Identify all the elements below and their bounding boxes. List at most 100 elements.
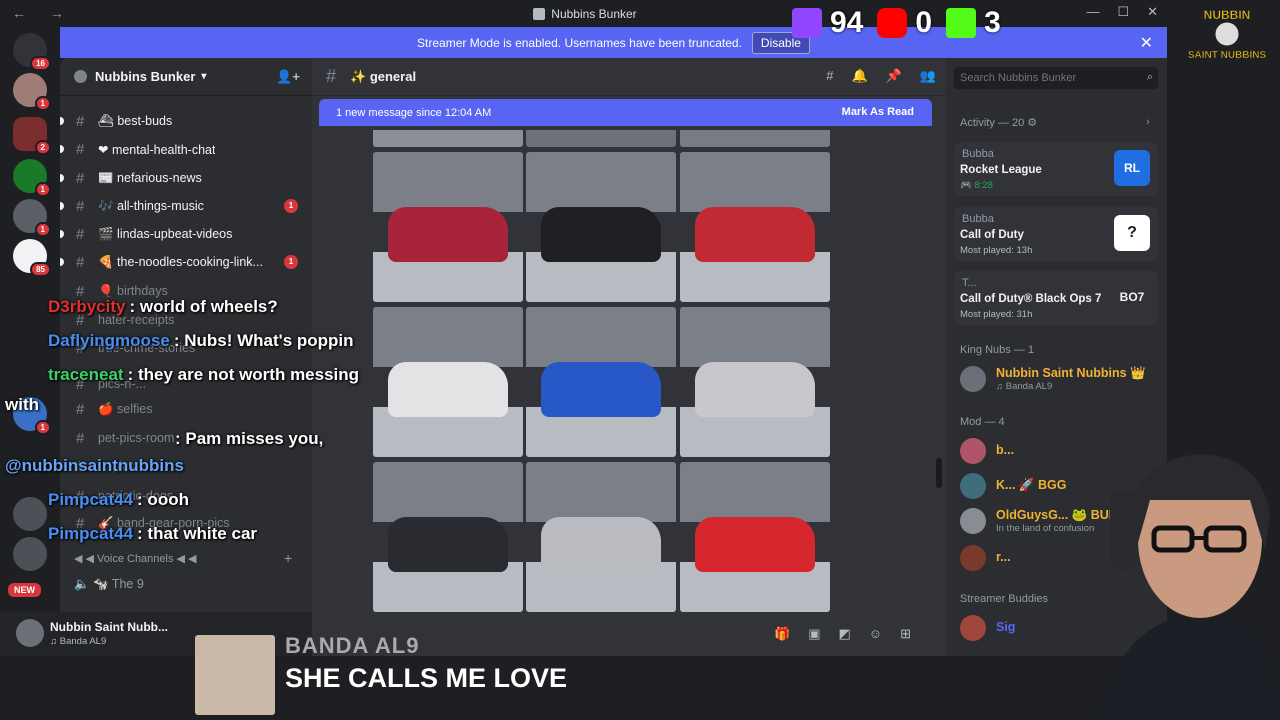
apps-icon[interactable]: ⊞ [900,626,911,642]
avatar [960,473,986,499]
server-icon[interactable] [13,497,47,531]
new-messages-bar[interactable]: 1 new message since 12:04 AM Mark As Rea… [319,99,932,126]
activity-header[interactable]: Activity — 20 ⚙ › [960,116,1150,129]
voice-category-label: ◀ ◀ Voice Channels ◀ ◀ [74,553,197,565]
member-name: Sig [996,620,1016,634]
channel-name: 🎶 all-things-music [98,198,204,213]
sticker-icon[interactable]: ◩ [838,626,850,642]
guild-header[interactable]: Nubbins Bunker ▾ 👤+ [60,58,312,96]
channel-item[interactable]: # 🍕 the-noodles-cooking-link... 1 [60,250,312,274]
close-button[interactable]: ✕ [1147,4,1158,20]
gift-icon[interactable]: 🎁 [774,626,790,642]
server-icon[interactable]: 1 [13,73,51,111]
server-icon[interactable]: 85 [13,239,51,277]
minimize-button[interactable]: — [1086,4,1099,20]
channel-item[interactable]: # ❤ mental-health-chat [60,137,312,161]
user-name: Nubbin Saint Nubb... [50,620,168,634]
twitch-count: 94 [830,6,864,39]
now-playing-track: SHE CALLS ME LOVE [285,663,568,693]
unread-badge: 1 [284,199,298,213]
activity-user: Bubba [962,213,994,225]
mark-as-read-button[interactable]: Mark As Read [842,106,914,118]
gallery-image[interactable] [373,462,523,612]
member-status: ♫ Banda AL9 [996,381,1053,392]
mention-badge: 2 [34,140,51,155]
channel-item[interactable]: # ⛴ best-buds [60,109,312,133]
channel-name: ❤ mental-health-chat [98,142,216,157]
activity-game: Rocket League [960,164,1042,176]
maximize-button[interactable]: ☐ [1117,4,1129,20]
gif-icon[interactable]: ▣ [808,626,820,642]
activity-card[interactable]: Bubba Call of Duty Most played: 13h ? [954,207,1158,261]
gallery-image[interactable] [526,307,676,457]
bell-icon[interactable]: 🔔 [851,68,867,84]
pin-icon[interactable]: 📌 [886,68,902,84]
composer-toolbar: 🎁 ▣ ◩ ☺ ⊞ [774,626,911,642]
server-icon[interactable] [13,537,47,571]
gallery-image[interactable] [373,307,523,457]
server-icon[interactable]: 1 [13,159,51,197]
kick-count: 3 [984,6,1001,39]
emoji-icon[interactable]: ☺ [869,626,882,642]
nubbins-bunker-server-icon[interactable]: 2 [13,117,51,155]
hash-icon: # [76,225,85,243]
threads-icon[interactable]: # [826,68,833,84]
scrollbar-thumb[interactable] [936,458,942,488]
member-item[interactable]: Nubbin Saint Nubbins 👑 ♫ Banda AL9 [960,362,1160,394]
mention-badge: 1 [34,222,51,237]
chat-text: : Pam misses you, [175,429,324,448]
avatar [960,438,986,464]
album-art [195,635,275,715]
close-icon[interactable]: ✕ [1140,33,1153,53]
search-input[interactable] [954,67,1158,89]
channel-item[interactable]: # 🎶 all-things-music 1 [60,194,312,218]
chat-text: : they are not worth messing [127,365,360,384]
unread-badge: 1 [284,255,298,269]
server-icon[interactable]: 1 [13,199,51,237]
now-playing-artist: BANDA AL9 [285,633,420,658]
avatar[interactable] [16,619,44,647]
twitch-icon [792,8,822,38]
gallery-image[interactable] [680,130,830,147]
banner-text: Streamer Mode is enabled. Usernames have… [417,35,742,50]
hash-icon: # [76,169,85,187]
gallery-image[interactable] [680,307,830,457]
activity-meta: 🎮 8:28 [960,180,993,191]
activity-user: T... [962,277,977,289]
gallery-image[interactable] [526,130,676,147]
activity-card[interactable]: T... Call of Duty® Black Ops 7 Most play… [954,271,1158,325]
chat-username: Pimpcat44 [48,524,134,543]
stream-chat-message: Daflyingmoose: Nubs! What's poppin [48,331,354,351]
activity-card[interactable]: Bubba Rocket League 🎮 8:28 RL [954,142,1158,196]
channel-item[interactable]: # 🎬 lindas-upbeat-videos [60,222,312,246]
hash-icon: # [76,429,85,447]
invite-people-icon[interactable]: 👤+ [276,69,300,85]
guild-name: Nubbins Bunker [95,69,196,84]
gallery-image[interactable] [373,130,523,147]
chat-username: traceneat [48,365,124,384]
channel-item[interactable]: # 📰 nefarious-news [60,166,312,190]
discord-home-icon[interactable]: 16 [13,33,51,71]
mention-badge: 85 [30,262,51,277]
stream-chat-message: @nubbinsaintnubbins [5,456,184,476]
gallery-image[interactable] [680,462,830,612]
channel-name: 📰 nefarious-news [98,170,202,185]
voice-category[interactable]: ◀ ◀ Voice Channels ◀ ◀ + [74,550,292,566]
user-status: ♫ Banda AL9 [50,636,107,647]
gallery-image[interactable] [526,462,676,612]
youtube-icon [877,8,908,38]
chevron-down-icon: ▾ [201,71,207,82]
unread-indicator [60,117,64,125]
unread-indicator [60,202,64,210]
channel-item[interactable]: # 🍎 selfies [60,397,312,421]
unread-indicator [60,258,64,266]
members-icon[interactable]: 👥 [920,68,936,84]
gallery-image[interactable] [680,152,830,302]
gallery-image[interactable] [373,152,523,302]
stream-chat-message: traceneat: they are not worth messing [48,365,359,385]
add-channel-icon[interactable]: + [284,550,292,566]
gallery-image[interactable] [526,152,676,302]
voice-channel[interactable]: 🔈 🐄 The 9 [74,577,144,592]
viewer-counters: 94 0 3 [792,6,1001,40]
window-title-text: Nubbins Bunker [551,7,637,21]
